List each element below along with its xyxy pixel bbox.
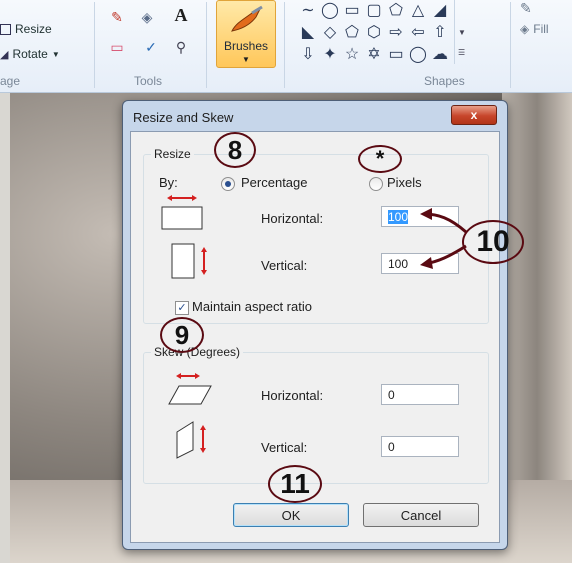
- more-icon: ☰: [458, 48, 466, 57]
- arrow-right-shape-icon[interactable]: ⇨: [386, 22, 406, 42]
- text-tool-icon[interactable]: A: [172, 5, 190, 25]
- percentage-radio[interactable]: [221, 177, 235, 191]
- annotation-step-9: 9: [160, 317, 204, 353]
- polygon-shape-icon[interactable]: ⬠: [386, 0, 406, 20]
- ribbon: Resize ◢ Rotate ▼ age ✎ ◈ A ▭ ✓ ⚲ Tools …: [0, 0, 572, 93]
- resize-horizontal-value: 100: [388, 210, 409, 224]
- resize-vertical-input[interactable]: 100: [381, 253, 459, 274]
- rotate-button[interactable]: ◢ Rotate ▼: [0, 47, 60, 61]
- close-icon: x: [470, 108, 478, 122]
- chevron-down-icon: ▼: [51, 49, 60, 59]
- pentagon-shape-icon[interactable]: ⬠: [342, 22, 362, 42]
- annotation-step-8: 8: [214, 132, 256, 168]
- triangle-shape-icon[interactable]: △: [408, 0, 428, 20]
- annotation-11-label: 11: [280, 468, 310, 499]
- annotation-10-label: 10: [476, 225, 510, 258]
- maintain-aspect-label[interactable]: Maintain aspect ratio: [192, 299, 312, 314]
- annotation-star: *: [358, 145, 402, 173]
- brushes-button[interactable]: Brushes ▼: [216, 0, 276, 68]
- four-point-star-icon[interactable]: ✦: [320, 44, 340, 64]
- outline-icon: ✎: [520, 0, 532, 16]
- rotate-icon: ◢: [0, 48, 9, 61]
- resize-label: Resize: [15, 22, 52, 36]
- fill-button[interactable]: ◈ Fill: [520, 22, 549, 36]
- pixels-radio[interactable]: [369, 177, 383, 191]
- magnifier-icon[interactable]: ⚲: [172, 38, 190, 56]
- outline-button[interactable]: ✎: [520, 0, 532, 17]
- rectangle-shape-icon[interactable]: ▭: [342, 0, 362, 20]
- close-button[interactable]: x: [451, 105, 497, 125]
- oval-shape-icon[interactable]: ◯: [320, 0, 340, 20]
- six-point-star-icon[interactable]: ✡: [364, 44, 384, 64]
- curve-shape-icon[interactable]: ∼: [298, 0, 318, 20]
- shapes-gallery: ∼ ◯ ▭ ▢ ⬠ △ ◢ ◣ ◇ ⬠ ⬡ ⇨ ⇦ ⇧ ⇩ ✦ ☆ ✡ ▭ ◯ …: [294, 0, 494, 64]
- percentage-label[interactable]: Percentage: [241, 175, 308, 190]
- ok-button[interactable]: OK: [233, 503, 349, 527]
- arrow-left-shape-icon[interactable]: ⇦: [408, 22, 428, 42]
- image-group-label: age: [0, 74, 21, 88]
- canvas-edge: [0, 93, 10, 563]
- annotation-step-11: 11: [268, 465, 322, 503]
- diamond-shape-icon[interactable]: ◇: [320, 22, 340, 42]
- resize-legend: Resize: [151, 147, 194, 161]
- resize-button[interactable]: Resize: [0, 22, 52, 36]
- skew-vertical-value: 0: [388, 440, 395, 454]
- skew-vertical-input[interactable]: 0: [381, 436, 459, 457]
- group-divider: [206, 2, 207, 88]
- group-divider: [284, 2, 285, 88]
- horizontal-skew-icon: [168, 373, 212, 405]
- group-divider: [510, 2, 511, 88]
- dialog-titlebar[interactable]: Resize and Skew x: [123, 101, 507, 131]
- right-triangle-icon[interactable]: ◣: [298, 22, 318, 42]
- chevron-down-icon: ▼: [242, 55, 250, 64]
- annotation-star-label: *: [375, 146, 385, 171]
- skew-vertical-label: Vertical:: [261, 440, 308, 455]
- cancel-label: Cancel: [400, 507, 442, 523]
- resize-horizontal-label: Horizontal:: [261, 211, 324, 226]
- skew-horizontal-input[interactable]: 0: [381, 384, 459, 405]
- fill-label: Fill: [533, 22, 549, 36]
- callout-rect-icon[interactable]: ▭: [386, 44, 406, 64]
- annotation-8-label: 8: [227, 134, 243, 165]
- annotation-9-label: 9: [174, 319, 190, 350]
- pixels-label[interactable]: Pixels: [387, 175, 422, 190]
- pencil-icon[interactable]: ✎: [108, 8, 126, 26]
- star-shape-icon[interactable]: ☆: [342, 44, 362, 64]
- tools-group-label: Tools: [134, 74, 163, 88]
- annotation-step-10: 10: [462, 220, 524, 264]
- rounded-rect-shape-icon[interactable]: ▢: [364, 0, 384, 20]
- arrow-up-shape-icon[interactable]: ⇧: [430, 22, 450, 42]
- vertical-skew-icon: [176, 421, 206, 459]
- group-divider: [94, 2, 95, 88]
- skew-horizontal-value: 0: [388, 388, 395, 402]
- resize-vertical-label: Vertical:: [261, 258, 308, 273]
- maintain-aspect-checkbox[interactable]: ✓: [175, 301, 189, 315]
- shapes-scroll[interactable]: ▼ ☰: [454, 0, 467, 64]
- right-triangle-shape-icon[interactable]: ◢: [430, 0, 450, 20]
- hexagon-shape-icon[interactable]: ⬡: [364, 22, 384, 42]
- shapes-group-label: Shapes: [424, 74, 465, 88]
- fill-bucket-icon[interactable]: ◈: [138, 8, 156, 26]
- brush-icon: [231, 5, 263, 32]
- brushes-label: Brushes: [223, 39, 269, 53]
- rotate-label: Rotate: [12, 47, 48, 61]
- arrow-down-shape-icon[interactable]: ⇩: [298, 44, 318, 64]
- dialog-title: Resize and Skew: [133, 110, 234, 125]
- color-picker-icon[interactable]: ✓: [142, 38, 160, 56]
- cloud-callout-icon[interactable]: ☁: [430, 44, 450, 64]
- vertical-resize-icon: [171, 243, 207, 279]
- eraser-icon[interactable]: ▭: [108, 38, 126, 56]
- by-label: By:: [159, 175, 178, 190]
- horizontal-resize-icon: [161, 195, 203, 230]
- fill-icon: ◈: [520, 22, 530, 36]
- resize-horizontal-input[interactable]: 100: [381, 206, 459, 227]
- check-icon: ✓: [177, 302, 187, 314]
- resize-vertical-value: 100: [388, 257, 409, 271]
- ok-label: OK: [281, 507, 301, 523]
- resize-icon: [0, 23, 11, 35]
- chevron-down-icon: ▼: [458, 28, 466, 37]
- skew-horizontal-label: Horizontal:: [261, 388, 324, 403]
- callout-oval-icon[interactable]: ◯: [408, 44, 428, 64]
- cancel-button[interactable]: Cancel: [363, 503, 479, 527]
